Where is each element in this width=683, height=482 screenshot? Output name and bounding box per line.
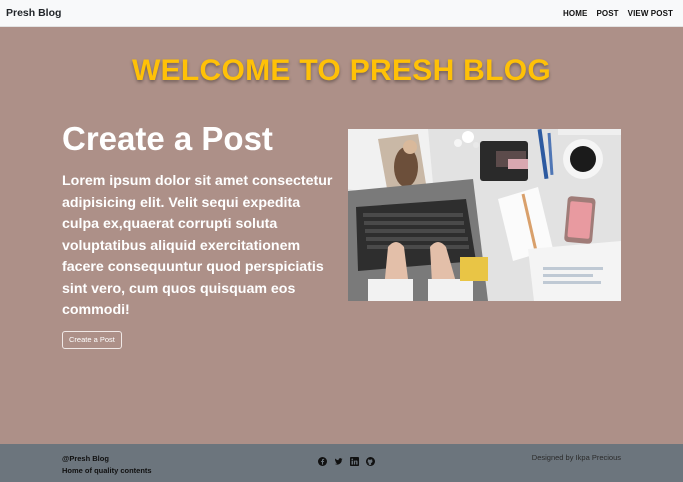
nav-links: HOME POST VIEW POST (563, 9, 673, 18)
brand-link[interactable]: Presh Blog (6, 7, 61, 19)
linkedin-icon[interactable] (350, 453, 359, 466)
welcome-title: WELCOME TO PRESH BLOG (131, 54, 552, 87)
footer-handle: @Presh Blog (62, 454, 109, 463)
facebook-icon[interactable] (318, 453, 327, 466)
twitter-icon[interactable] (334, 453, 343, 465)
footer-tagline: Home of quality contents (62, 466, 152, 475)
nav-view-post-link[interactable]: VIEW POST (628, 9, 673, 18)
footer-credit: Designed by Ikpa Precious (531, 453, 621, 462)
page: Presh Blog HOME POST VIEW POST WELCOME T… (0, 0, 683, 482)
create-post-button[interactable]: Create a Post (62, 331, 122, 349)
intro-text: Lorem ipsum dolor sit amet consectetur a… (62, 173, 333, 318)
hero-image (348, 129, 621, 301)
social-links (318, 453, 375, 466)
page-heading: Create a Post (62, 120, 273, 157)
github-icon[interactable] (366, 453, 375, 466)
nav-post-link[interactable]: POST (596, 9, 618, 18)
navbar: Presh Blog HOME POST VIEW POST (0, 0, 683, 27)
footer-brand: @Presh Blog Home of quality contents (62, 453, 152, 477)
nav-home-link[interactable]: HOME (563, 9, 587, 18)
footer: @Presh Blog Home of quality contents Des… (0, 444, 683, 482)
